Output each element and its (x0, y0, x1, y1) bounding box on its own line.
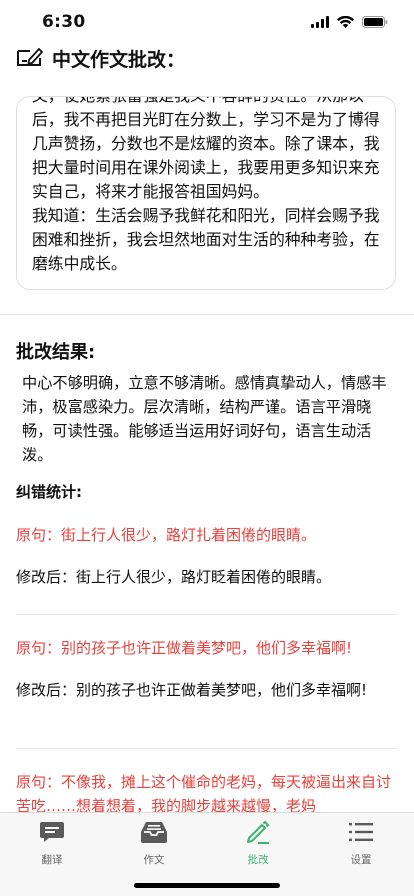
tab-label: 翻译 (41, 854, 63, 866)
result-text: 中心不够明确，立意不够清晰。感情真挚动人，情感丰沛，极富感染力。层次清晰，结构严… (22, 374, 387, 464)
correction-original: 原句：街上行人很少，路灯扎着困倦的眼睛。 (16, 526, 317, 544)
correction-original: 原句：不像我，摊上这个催命的老妈，每天被逼出来自讨苦吃……想着想着，我的脚步越来… (16, 773, 392, 815)
stats-title: 纠错统计: (16, 483, 82, 501)
battery-icon (362, 16, 388, 28)
list-icon (348, 819, 374, 845)
edit-document-icon (16, 45, 44, 71)
tab-translate[interactable]: 翻译 (12, 819, 92, 869)
essay-text: 文，使她紧张富强是我义不容辞的责任。从那以后，我不再把目光盯在分数上，学习不是为… (32, 97, 380, 273)
status-time: 6:30 (42, 12, 86, 32)
tab-compose[interactable]: 作文 (114, 819, 194, 869)
wifi-icon (337, 16, 354, 28)
correction-modified: 修改后：别的孩子也许正做着美梦吧，他们多幸福啊! (16, 681, 368, 699)
correction-divider (16, 748, 398, 749)
page-header: 中文作文批改： (16, 44, 185, 72)
chat-bubble-icon (39, 819, 65, 845)
correction-divider (16, 614, 398, 615)
cellular-signal-icon (311, 16, 329, 28)
pencil-icon (245, 819, 271, 845)
section-divider (0, 314, 414, 315)
tab-bar: 翻译 作文 批改 设置 (0, 812, 414, 896)
tab-settings[interactable]: 设置 (321, 819, 401, 869)
correction-modified: 修改后：街上行人很少，路灯眨着困倦的眼睛。 (16, 568, 332, 586)
correction-original: 原句：别的孩子也许正做着美梦吧，他们多幸福啊! (16, 639, 353, 657)
tab-label: 设置 (350, 854, 372, 866)
tab-label: 批改 (247, 854, 269, 866)
tab-correct[interactable]: 批改 (218, 819, 298, 869)
status-icons (311, 16, 388, 28)
inbox-tray-icon (140, 819, 168, 845)
page-title: 中文作文批改： (52, 48, 186, 71)
essay-text-area[interactable]: 文，使她紧张富强是我义不容辞的责任。从那以后，我不再把目光盯在分数上，学习不是为… (16, 96, 396, 290)
result-title: 批改结果: (16, 342, 96, 363)
tab-label: 作文 (143, 854, 165, 866)
status-bar: 6:30 (0, 0, 414, 44)
home-indicator (134, 883, 280, 888)
